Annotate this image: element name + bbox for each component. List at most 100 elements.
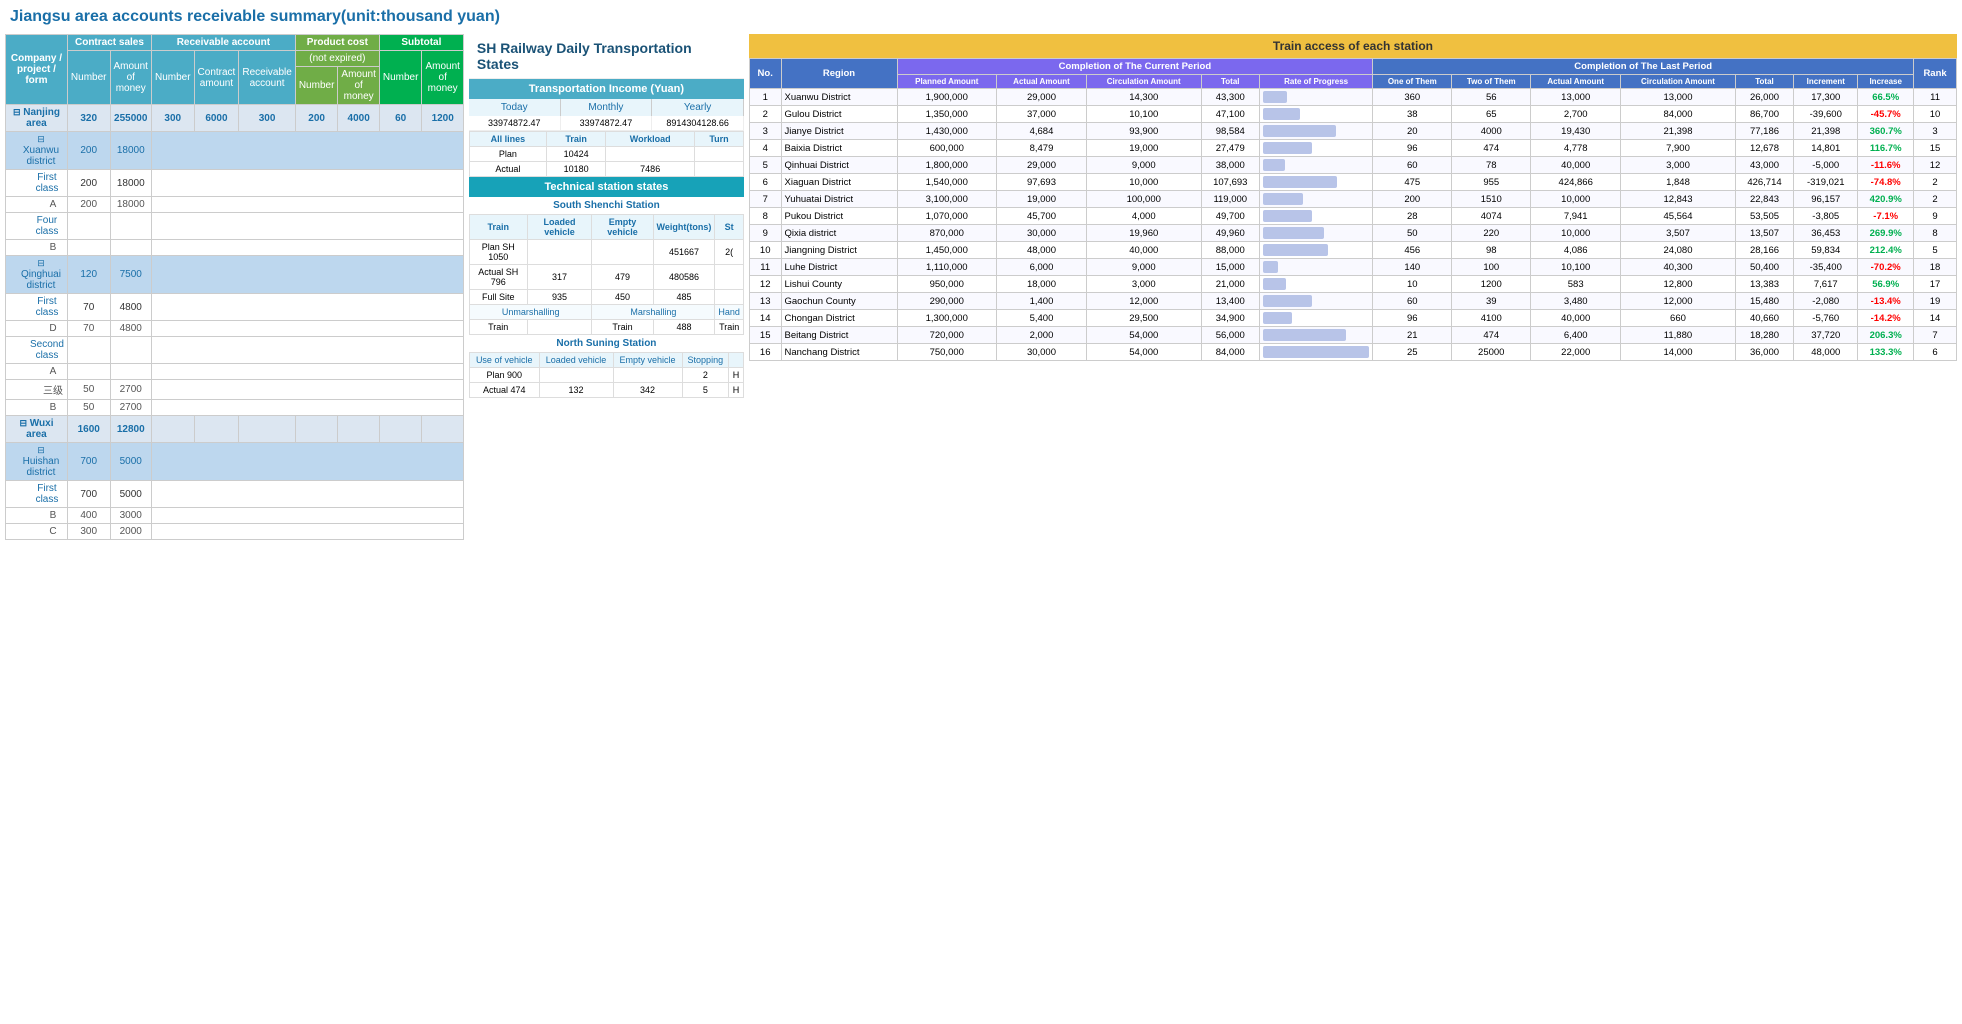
row-act-last: 4,086 xyxy=(1531,242,1621,259)
values-row: 33974872.47 33974872.47 8914304128.66 xyxy=(469,116,744,131)
row-act-last: 7,941 xyxy=(1531,208,1621,225)
row-region: Xuanwu District xyxy=(781,89,897,106)
row-progress xyxy=(1260,123,1373,140)
letter-name: D xyxy=(6,321,68,337)
row-circ-last: 1,848 xyxy=(1621,174,1736,191)
total-h: Total xyxy=(1201,75,1260,89)
row-region: Gaochun County xyxy=(781,293,897,310)
row-planned: 1,430,000 xyxy=(897,123,996,140)
row-act-last: 424,866 xyxy=(1531,174,1621,191)
row-one: 21 xyxy=(1373,327,1452,344)
letter-empty xyxy=(151,380,463,400)
row-planned: 1,800,000 xyxy=(897,157,996,174)
row-region: Jianye District xyxy=(781,123,897,140)
dist-num1: 200 xyxy=(67,132,110,170)
letter-empty xyxy=(151,321,463,337)
area-num2: 300 xyxy=(151,105,194,132)
area-num1: 320 xyxy=(67,105,110,132)
row-act-last: 13,000 xyxy=(1531,89,1621,106)
class-num1: 200 xyxy=(67,170,110,197)
row-region: Xiaguan District xyxy=(781,174,897,191)
row-circ-last: 21,398 xyxy=(1621,123,1736,140)
empty-header: Empty vehicle xyxy=(592,215,653,240)
class-num1 xyxy=(67,213,110,240)
row-region: Chongan District xyxy=(781,310,897,327)
row-total: 47,100 xyxy=(1201,106,1260,123)
row-circ-last: 12,843 xyxy=(1621,191,1736,208)
row-progress xyxy=(1260,89,1373,106)
plan-work xyxy=(606,147,695,162)
row-actual: 5,400 xyxy=(996,310,1086,327)
row-progress xyxy=(1260,225,1373,242)
row-region: Qixia district xyxy=(781,225,897,242)
area-num2 xyxy=(151,416,194,443)
area-num1: 1600 xyxy=(67,416,110,443)
plan-n-stop: 2 xyxy=(682,368,729,383)
row-total-last: 36,000 xyxy=(1735,344,1794,361)
railway-title: SH Railway Daily Transportation States xyxy=(469,34,744,79)
row-one: 28 xyxy=(1373,208,1452,225)
letter-name: B xyxy=(6,400,68,416)
area-amt5: 1200 xyxy=(422,105,463,132)
row-rank: 5 xyxy=(1914,242,1957,259)
row-total: 107,693 xyxy=(1201,174,1260,191)
letter-num1: 70 xyxy=(67,321,110,337)
dist-num1: 120 xyxy=(67,256,110,294)
letter-empty xyxy=(151,508,463,524)
row-total-last: 426,714 xyxy=(1735,174,1794,191)
area-amt4 xyxy=(338,416,379,443)
row-region: Qinhuai District xyxy=(781,157,897,174)
turn-header: Turn xyxy=(695,132,744,147)
row-rank: 10 xyxy=(1914,106,1957,123)
actual-train: 10180 xyxy=(546,162,605,177)
area-name: ⊟ Nanjing area xyxy=(6,105,68,132)
row-increase: 66.5% xyxy=(1858,89,1914,106)
row-progress xyxy=(1260,293,1373,310)
row-actual: 37,000 xyxy=(996,106,1086,123)
row-region: Pukou District xyxy=(781,208,897,225)
rate-progress-h: Rate of Progress xyxy=(1260,75,1373,89)
row-act-last: 40,000 xyxy=(1531,310,1621,327)
letter-num1: 400 xyxy=(67,508,110,524)
row-progress xyxy=(1260,157,1373,174)
full-450: 450 xyxy=(592,290,653,305)
letter-amt1 xyxy=(110,364,151,380)
row-act-last: 40,000 xyxy=(1531,157,1621,174)
row-circ-last: 24,080 xyxy=(1621,242,1736,259)
row-planned: 1,900,000 xyxy=(897,89,996,106)
total-last-h: Total xyxy=(1735,75,1794,89)
letter-num1 xyxy=(67,364,110,380)
area-amt4: 4000 xyxy=(338,105,379,132)
row-one: 140 xyxy=(1373,259,1452,276)
row-one: 20 xyxy=(1373,123,1452,140)
period-row: Today Monthly Yearly xyxy=(469,99,744,116)
row-no: 8 xyxy=(749,208,781,225)
row-no: 4 xyxy=(749,140,781,157)
row-increase: 56.9% xyxy=(1858,276,1914,293)
actual-turn xyxy=(695,162,744,177)
row-act-last: 2,700 xyxy=(1531,106,1621,123)
letter-amt1: 3000 xyxy=(110,508,151,524)
actual-n-empty: 342 xyxy=(613,383,682,398)
row-rank: 15 xyxy=(1914,140,1957,157)
main-data-table: No. Region Completion of The Current Per… xyxy=(749,58,1957,361)
class-name: First class xyxy=(6,294,68,321)
row-rank: 19 xyxy=(1914,293,1957,310)
row-circ-last: 84,000 xyxy=(1621,106,1736,123)
amount-h3: Amount of money xyxy=(338,67,379,105)
row-actual: 2,000 xyxy=(996,327,1086,344)
plan-s-weight: 451667 xyxy=(653,240,715,265)
plan-n-empty xyxy=(613,368,682,383)
row-act-last: 22,000 xyxy=(1531,344,1621,361)
letter-name: B xyxy=(6,240,68,256)
row-total: 88,000 xyxy=(1201,242,1260,259)
row-total-last: 86,700 xyxy=(1735,106,1794,123)
area-amt1: 12800 xyxy=(110,416,151,443)
row-increase: -14.2% xyxy=(1858,310,1914,327)
loaded-vehicle-h: Loaded vehicle xyxy=(539,353,613,368)
area-amt3 xyxy=(239,416,295,443)
not-expired-header: (not expired) xyxy=(295,51,379,67)
row-rank: 3 xyxy=(1914,123,1957,140)
actual-work: 7486 xyxy=(606,162,695,177)
area-name: ⊟ Wuxi area xyxy=(6,416,68,443)
